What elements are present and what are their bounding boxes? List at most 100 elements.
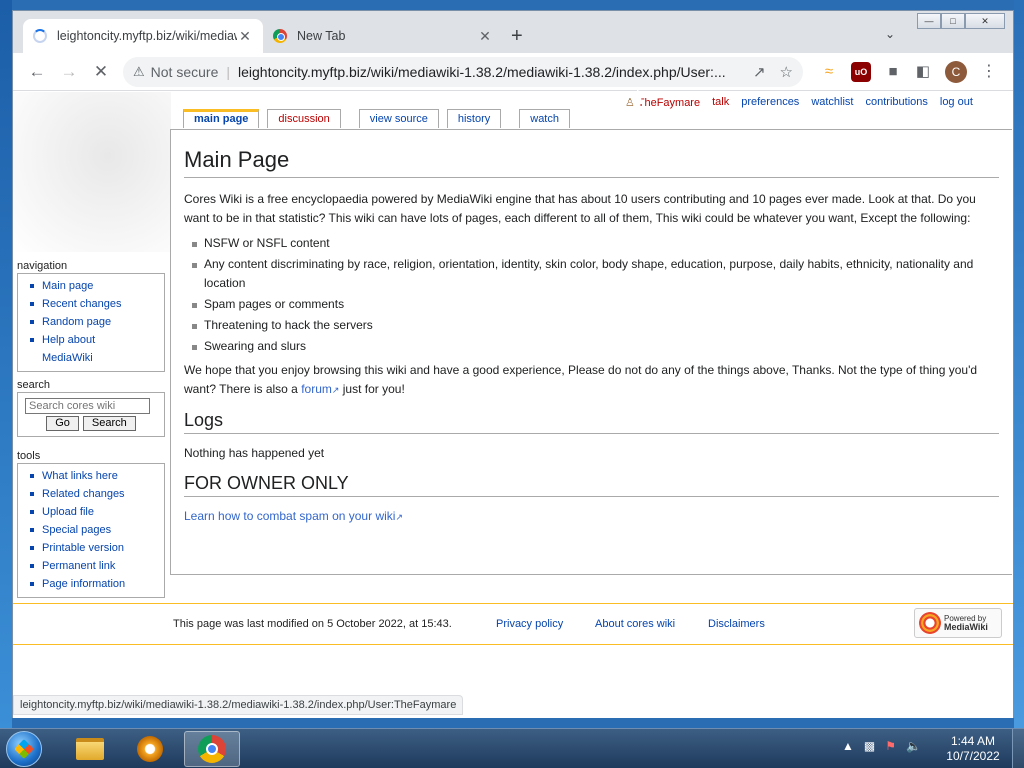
window-controls: — □ ✕ (917, 13, 1005, 29)
sidebar-item-related-changes[interactable]: Related changes (24, 485, 158, 503)
sidebar-item-random-page[interactable]: Random page (24, 313, 158, 331)
username-label: TheFaymare (637, 97, 701, 109)
tab-close-icon[interactable]: ✕ (477, 28, 493, 45)
maximize-button[interactable]: □ (941, 13, 965, 29)
mouse-cursor-icon (637, 86, 643, 104)
folder-icon (76, 738, 104, 760)
article-content: Main Page Cores Wiki is a free encyclopa… (170, 129, 1012, 575)
about-link[interactable]: About cores wiki (595, 618, 675, 630)
chrome-icon (198, 735, 226, 763)
list-item: NSFW or NSFL content (192, 234, 999, 253)
tab-strip: leightoncity.myftp.biz/wiki/mediawiki ✕ … (13, 11, 1013, 53)
tab-view-source[interactable]: view source (358, 109, 439, 128)
browser-window: leightoncity.myftp.biz/wiki/mediawiki ✕ … (12, 10, 1014, 718)
page-footer: This page was last modified on 5 October… (13, 603, 1013, 645)
tab-new-tab[interactable]: New Tab ✕ (263, 19, 503, 53)
talk-link[interactable]: talk (712, 96, 729, 109)
tab-search-chevron-icon[interactable]: ⌄ (885, 27, 895, 41)
tab-wiki[interactable]: leightoncity.myftp.biz/wiki/mediawiki ✕ (23, 19, 263, 53)
security-status[interactable]: Not secure (151, 64, 219, 80)
owner-heading: FOR OWNER ONLY (184, 471, 999, 497)
portlet-heading: tools (17, 450, 41, 462)
list-item: Any content discriminating by race, reli… (192, 255, 999, 293)
preferences-link[interactable]: preferences (741, 96, 799, 109)
warning-triangle-icon: ⚠ (133, 64, 145, 79)
tab-history[interactable]: history (446, 109, 502, 128)
search-button[interactable]: Search (82, 416, 136, 431)
extensions-puzzle-icon[interactable]: ■ (883, 62, 903, 82)
loading-spinner-icon (33, 29, 47, 43)
page-title: Main Page (184, 146, 999, 178)
action-center-flag-icon[interactable]: ⚑ (885, 739, 896, 753)
url-text[interactable]: leightoncity.myftp.biz/wiki/mediawiki-1.… (238, 64, 739, 80)
back-arrow-icon[interactable]: ← (21, 62, 53, 82)
sidebar-item-main-page[interactable]: Main page (24, 277, 158, 295)
show-hidden-icons-chevron-icon[interactable]: ▲ (842, 739, 854, 753)
user-icon: ♙ (625, 97, 635, 109)
sidebar-item-help[interactable]: Help about MediaWiki (24, 331, 158, 367)
tab-main-page[interactable]: main page (183, 109, 260, 128)
go-button[interactable]: Go (46, 416, 79, 431)
forum-link-label: forum (301, 382, 332, 396)
disclaimers-link[interactable]: Disclaimers (708, 618, 765, 630)
minimize-button[interactable]: — (917, 13, 941, 29)
stop-loading-icon[interactable]: ✕ (85, 62, 117, 82)
media-player-icon (137, 736, 163, 762)
sidebar-item-special-pages[interactable]: Special pages (24, 521, 158, 539)
address-bar[interactable]: ⚠ Not secure | leightoncity.myftp.biz/wi… (123, 57, 803, 87)
tab-close-icon[interactable]: ✕ (237, 28, 253, 45)
watchlist-link[interactable]: watchlist (811, 96, 853, 109)
sidebar-item-upload-file[interactable]: Upload file (24, 503, 158, 521)
share-icon[interactable]: ↗ (753, 63, 766, 81)
new-tab-button[interactable]: + (511, 25, 523, 48)
network-icon[interactable]: ▩ (864, 739, 875, 753)
show-desktop-button[interactable] (1012, 729, 1024, 768)
personal-tools: ♙ TheFaymare talk preferences watchlist … (625, 96, 973, 109)
tab-watch[interactable]: watch (519, 109, 570, 128)
forward-arrow-icon[interactable]: → (53, 62, 85, 82)
search-input[interactable] (25, 398, 150, 414)
logs-text: Nothing has happened yet (184, 446, 325, 460)
system-tray: ▲ ▩ ⚑ 🔈 (842, 739, 921, 753)
sidebar-item-what-links-here[interactable]: What links here (24, 467, 158, 485)
external-link-icon: ↗ (395, 512, 403, 522)
rules-list: NSFW or NSFL content Any content discrim… (192, 234, 999, 356)
menu-kebab-icon[interactable]: ⋮ (979, 62, 999, 82)
page-viewport: ♙ TheFaymare talk preferences watchlist … (13, 92, 1013, 718)
profile-avatar[interactable]: C (945, 61, 967, 83)
ublock-origin-icon[interactable]: uO (851, 62, 871, 82)
taskbar-clock[interactable]: 1:44 AM 10/7/2022 (944, 734, 1002, 764)
rss-feed-icon[interactable]: ≈ (819, 62, 839, 82)
forum-link[interactable]: forum↗ (301, 382, 339, 396)
sidebar-item-recent-changes[interactable]: Recent changes (24, 295, 158, 313)
sidebar-item-printable-version[interactable]: Printable version (24, 539, 158, 557)
tab-discussion[interactable]: discussion (267, 109, 341, 128)
volume-icon[interactable]: 🔈 (906, 739, 921, 753)
tab-title: New Tab (297, 29, 346, 43)
taskbar: ▲ ▩ ⚑ 🔈 1:44 AM 10/7/2022 (0, 728, 1024, 768)
taskbar-chrome[interactable] (184, 731, 240, 767)
taskbar-media-player[interactable] (122, 731, 178, 767)
portlet-heading: navigation (17, 260, 68, 272)
privacy-policy-link[interactable]: Privacy policy (496, 618, 563, 630)
start-button[interactable] (6, 731, 42, 767)
list-item: Swearing and slurs (192, 337, 999, 356)
contributions-link[interactable]: contributions (866, 96, 928, 109)
clock-date: 10/7/2022 (946, 749, 1000, 763)
spam-help-link[interactable]: Learn how to combat spam on your wiki↗ (184, 509, 403, 523)
sidebar-item-permanent-link[interactable]: Permanent link (24, 557, 158, 575)
list-item: Spam pages or comments (192, 295, 999, 314)
mediawiki-label: MediaWiki (944, 622, 988, 632)
logout-link[interactable]: log out (940, 96, 973, 109)
close-window-button[interactable]: ✕ (965, 13, 1005, 29)
bookmark-star-icon[interactable]: ☆ (780, 63, 793, 81)
sidebar-item-page-information[interactable]: Page information (24, 575, 158, 593)
browser-toolbar: ← → ✕ ⚠ Not secure | leightoncity.myftp.… (13, 53, 1013, 91)
tools-portlet: tools What links here Related changes Up… (17, 450, 165, 598)
closing-text-end: just for you! (339, 382, 405, 396)
side-panel-icon[interactable]: ◧ (913, 62, 933, 82)
powered-by-mediawiki-badge[interactable]: Powered by MediaWiki (914, 608, 1002, 638)
taskbar-explorer[interactable] (62, 731, 118, 767)
desktop-background-left (0, 0, 12, 728)
chrome-favicon-icon (273, 29, 287, 43)
